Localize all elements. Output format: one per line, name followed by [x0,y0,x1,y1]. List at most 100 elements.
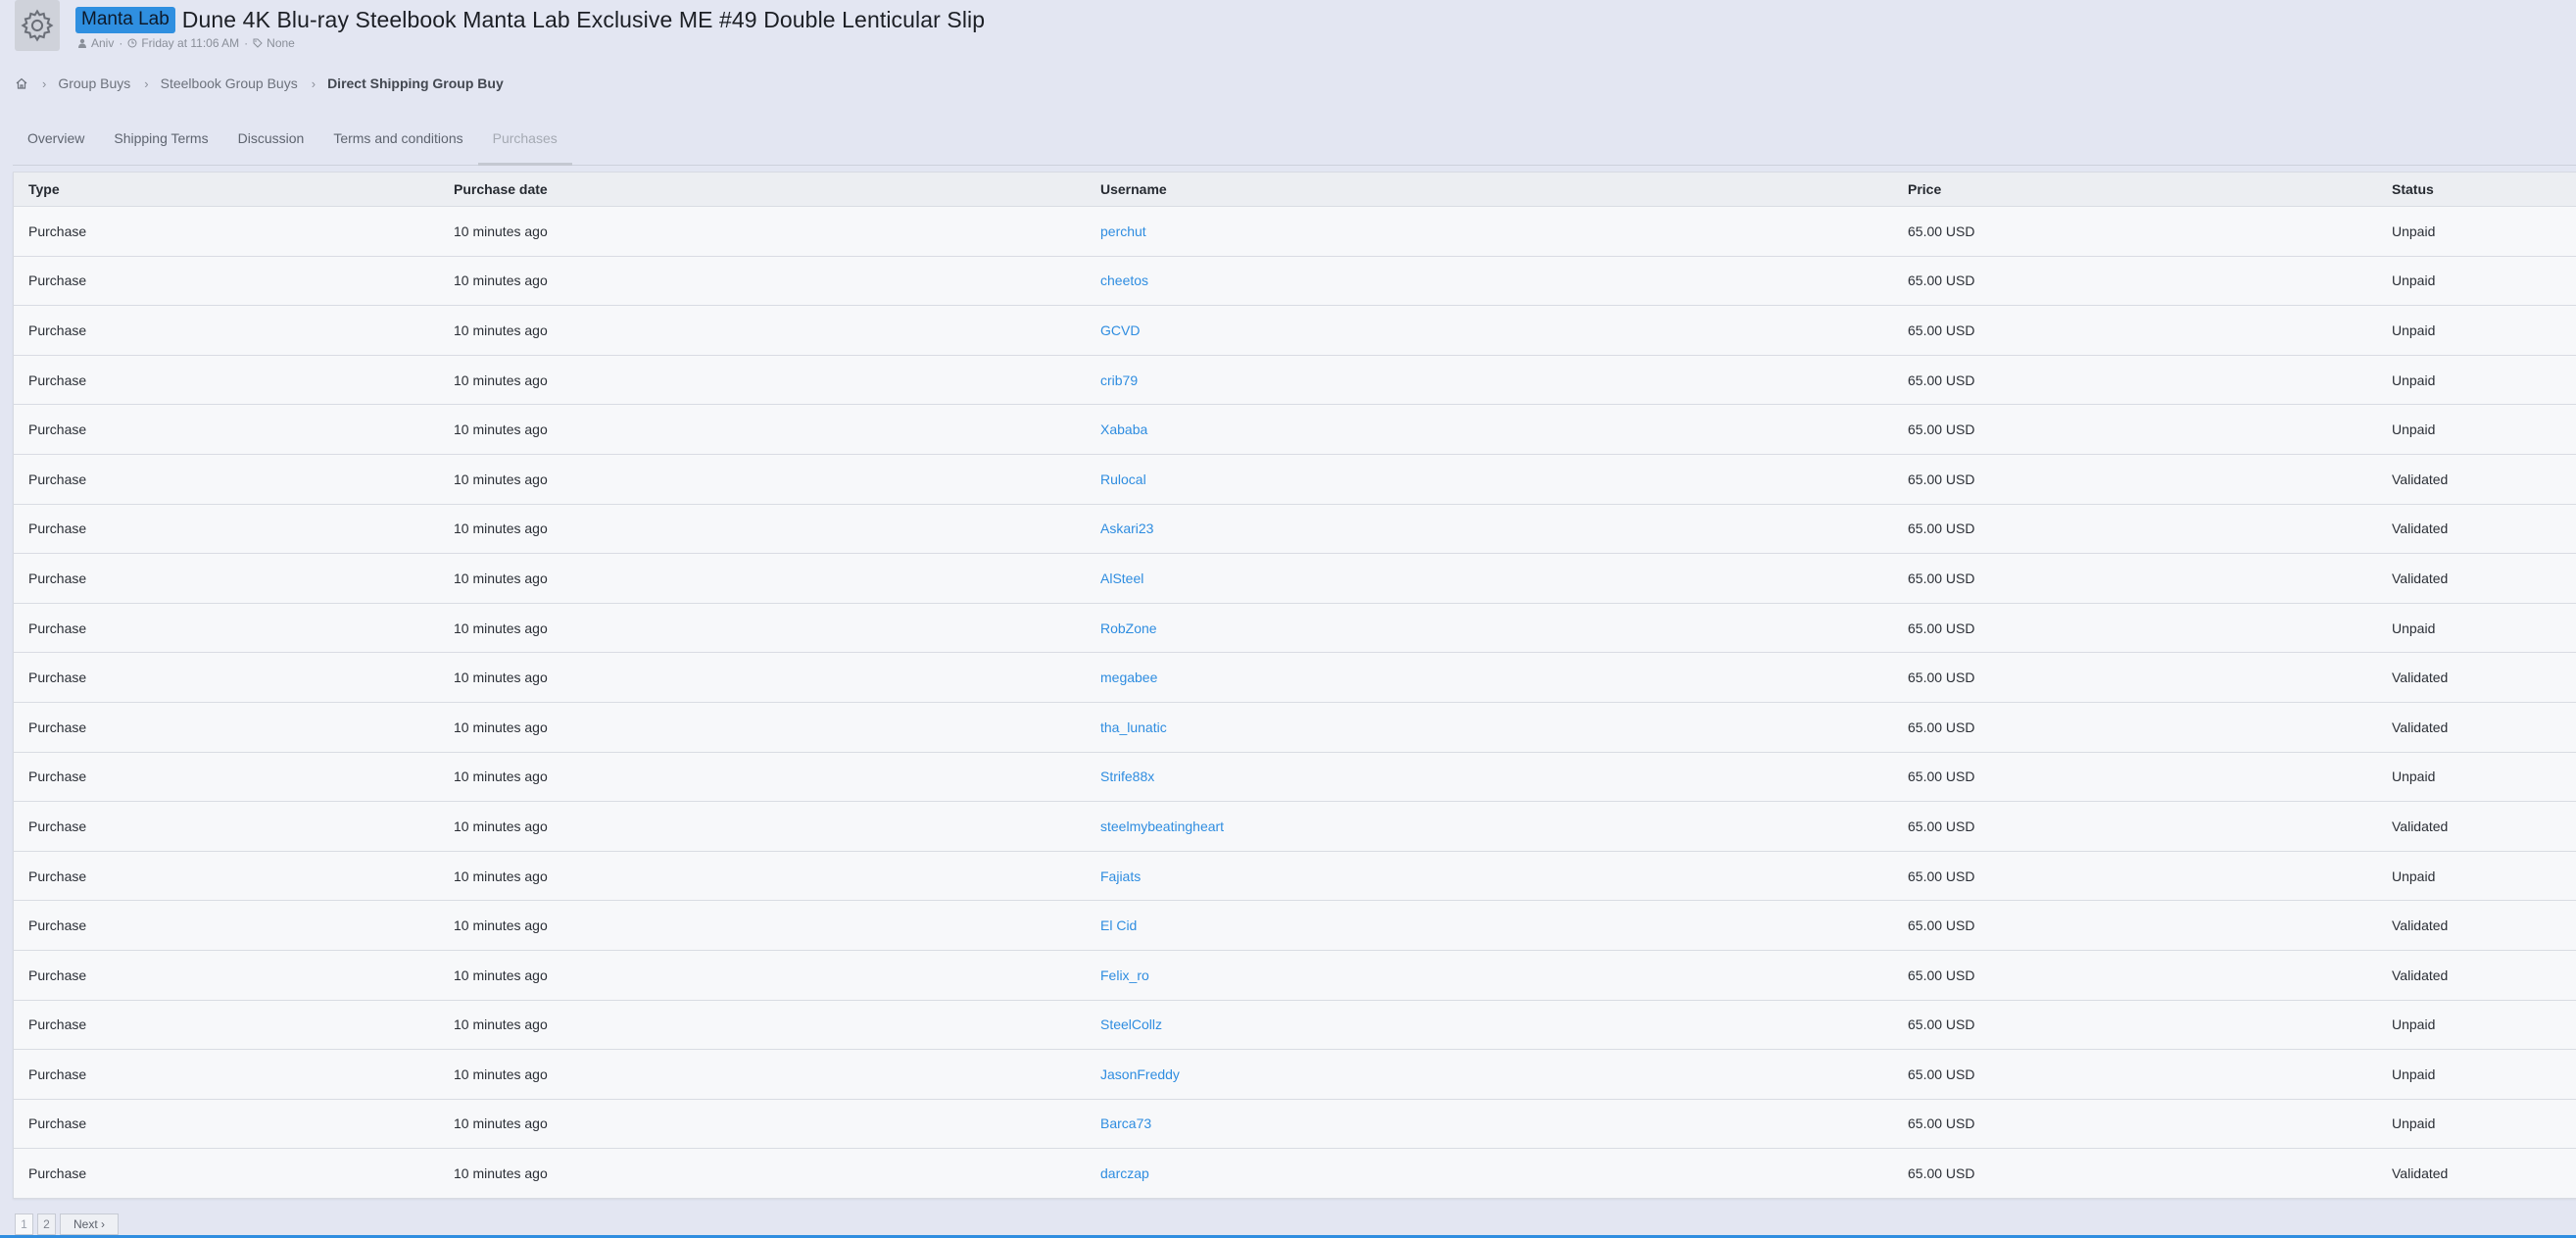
cell-purchase-date: 10 minutes ago [454,620,1100,636]
cell-status-text: Unpaid [2392,1016,2436,1033]
user-icon [78,38,86,48]
cell-purchase-date-text[interactable]: 10 minutes ago [454,322,548,338]
username-link[interactable]: megabee [1100,669,1157,685]
cell-purchase-date-text[interactable]: 10 minutes ago [454,1066,548,1082]
breadcrumb-group-buys[interactable]: Group Buys [58,75,130,91]
cell-purchase-date-text[interactable]: 10 minutes ago [454,1016,548,1032]
cell-username: Strife88x [1100,768,1908,784]
cell-status-text: Validated [2392,718,2449,735]
chevron-right-icon: › [144,75,149,91]
author-link[interactable]: Aniv [91,36,114,50]
tab-shipping-terms[interactable]: Shipping Terms [99,120,222,165]
cell-purchase-date-text[interactable]: 10 minutes ago [454,272,548,288]
username-link[interactable]: perchut [1100,223,1146,239]
cell-purchase-date-text[interactable]: 10 minutes ago [454,917,548,933]
cell-type-text: Purchase [28,1115,87,1132]
cell-purchase-date-text[interactable]: 10 minutes ago [454,570,548,586]
username-link[interactable]: Strife88x [1100,768,1154,784]
cell-purchase-date-text[interactable]: 10 minutes ago [454,967,548,983]
next-page-button[interactable]: Next › [60,1213,119,1235]
username-link[interactable]: Xababa [1100,421,1147,437]
cell-purchase-date: 10 minutes ago [454,1016,1100,1032]
cell-purchase-date-text[interactable]: 10 minutes ago [454,372,548,388]
username-link[interactable]: Fajiats [1100,868,1141,884]
cell-username: SteelCollz [1100,1016,1908,1032]
cell-purchase-date-text[interactable]: 10 minutes ago [454,421,548,437]
username-link[interactable]: SteelCollz [1100,1016,1162,1032]
breadcrumb-steelbook-group-buys[interactable]: Steelbook Group Buys [161,75,298,91]
breadcrumb-home[interactable] [15,76,28,90]
table-row: Purchase 10 minutes ago darczap 65.00 USD Va… [14,1149,2576,1198]
cell-purchase-date-text[interactable]: 10 minutes ago [454,1115,548,1131]
breadcrumb-current[interactable]: Direct Shipping Group Buy [327,75,504,91]
cell-status-text: Unpaid [2392,768,2436,785]
tab-overview[interactable]: Overview [13,120,99,165]
cell-price-text: 65.00 USD [1908,1115,1975,1132]
tab-purchases[interactable]: Purchases [477,120,572,166]
column-header-username[interactable]: Username [1100,181,1908,197]
username-link[interactable]: Rulocal [1100,471,1146,487]
cell-purchase-date: 10 minutes ago [454,669,1100,685]
cell-purchase-date-text[interactable]: 10 minutes ago [454,520,548,536]
cell-purchase-date-text[interactable]: 10 minutes ago [454,223,548,239]
cell-username: JasonFreddy [1100,1066,1908,1082]
cell-status: Unpaid [2392,421,2568,437]
username-link[interactable]: El Cid [1100,917,1137,933]
username-link[interactable]: AlSteel [1100,570,1143,586]
column-header-purchase-date[interactable]: Purchase date [454,181,1100,197]
meta-separator: · [119,36,123,50]
cell-status-text: Unpaid [2392,223,2436,239]
cell-purchase-date-text[interactable]: 10 minutes ago [454,669,548,685]
page-1-button[interactable]: 1 [15,1213,33,1235]
cell-type-text: Purchase [28,322,87,338]
username-link[interactable]: steelmybeatingheart [1100,818,1224,834]
page-2-button[interactable]: 2 [37,1213,56,1235]
cell-status: Unpaid [2392,372,2568,388]
cell-status-text: Validated [2392,669,2449,686]
cell-status: Validated [2392,719,2568,735]
cell-purchase-date: 10 minutes ago [454,421,1100,437]
cell-type-text: Purchase [28,421,87,438]
column-header-status[interactable]: Status [2392,181,2568,197]
cell-type: Purchase [14,1165,454,1181]
table-row: Purchase 10 minutes ago cheetos 65.00 USD Un… [14,257,2576,307]
username-link[interactable]: Askari23 [1100,520,1153,536]
cell-purchase-date-text[interactable]: 10 minutes ago [454,471,548,487]
cell-purchase-date-text[interactable]: 10 minutes ago [454,719,548,735]
cell-purchase-date-text[interactable]: 10 minutes ago [454,620,548,636]
post-date[interactable]: Friday at 11:06 AM [141,36,239,50]
username-link[interactable]: GCVD [1100,322,1140,338]
username-link[interactable]: Barca73 [1100,1115,1151,1131]
username-link[interactable]: crib79 [1100,372,1138,388]
cell-price: 65.00 USD [1908,570,2392,586]
cell-purchase-date-text[interactable]: 10 minutes ago [454,818,548,834]
table-row: Purchase 10 minutes ago perchut 65.00 USD Un… [14,207,2576,257]
username-link[interactable]: cheetos [1100,272,1148,288]
cell-price-text: 65.00 USD [1908,917,1975,934]
cell-price: 65.00 USD [1908,818,2392,834]
tab-terms-and-conditions[interactable]: Terms and conditions [318,120,477,165]
username-link[interactable]: Felix_ro [1100,967,1149,983]
username-link[interactable]: darczap [1100,1165,1149,1181]
title-prefix-label[interactable]: Manta Lab [75,6,175,33]
table-row: Purchase 10 minutes ago JasonFreddy 65.00 U… [14,1050,2576,1100]
column-header-price[interactable]: Price [1908,181,2392,197]
avatar[interactable] [15,0,60,51]
cell-username: Barca73 [1100,1115,1908,1131]
column-header-type[interactable]: Type [14,181,454,197]
username-link[interactable]: RobZone [1100,620,1157,636]
username-link[interactable]: JasonFreddy [1100,1066,1180,1082]
username-link[interactable]: tha_lunatic [1100,719,1167,735]
cell-status-text: Unpaid [2392,867,2436,884]
cell-type: Purchase [14,868,454,884]
cell-purchase-date-text[interactable]: 10 minutes ago [454,868,548,884]
table-row: Purchase 10 minutes ago Fajiats 65.00 USD Un… [14,852,2576,902]
cell-purchase-date: 10 minutes ago [454,917,1100,933]
cell-status-text: Unpaid [2392,322,2436,338]
cell-purchase-date-text[interactable]: 10 minutes ago [454,768,548,784]
cell-type: Purchase [14,570,454,586]
cell-purchase-date-text[interactable]: 10 minutes ago [454,1165,548,1181]
tab-discussion[interactable]: Discussion [223,120,319,165]
cell-username: El Cid [1100,917,1908,933]
tags-value: None [267,36,295,50]
